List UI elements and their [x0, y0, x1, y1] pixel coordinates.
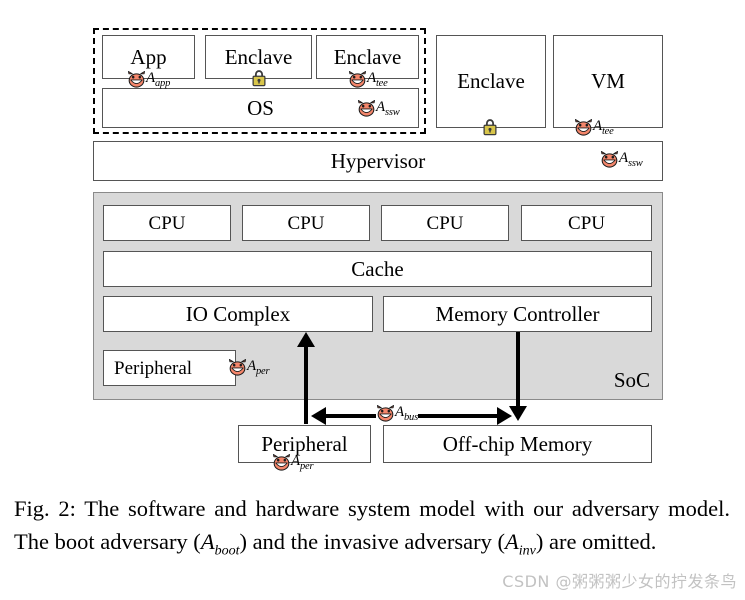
hypervisor-box-label: Hypervisor [330, 148, 426, 173]
memory-bus-vertical-line [516, 332, 520, 410]
memory-controller-box-label: Memory Controller [435, 301, 600, 326]
enclave-box-3[interactable]: Enclave [436, 35, 546, 128]
off-chip-peripheral-label: Peripheral [261, 431, 348, 456]
adversary-marker-app: Aapp [127, 70, 170, 89]
devil-icon [127, 71, 146, 88]
cpu-box-1[interactable]: CPU [103, 205, 231, 241]
adversary-label-per2: Aper [291, 453, 314, 472]
watermark-text: CSDN @粥粥粥少女的拧发条鸟 [502, 572, 737, 591]
figure-caption: Fig. 2: The software and hardware system… [14, 492, 730, 568]
adversary-marker-tee1: Atee [348, 70, 388, 89]
app-box-label: App [130, 44, 167, 69]
devil-icon [348, 71, 367, 88]
lock-icon [252, 70, 266, 87]
on-chip-peripheral-box[interactable]: Peripheral [103, 350, 236, 386]
caption-symbol-inv: Ainv [504, 529, 536, 559]
devil-icon [357, 100, 376, 117]
devil-icon [228, 359, 247, 376]
adversary-label-tee1: Atee [367, 70, 388, 89]
enclave-box-3-label: Enclave [457, 69, 525, 93]
io-complex-box-label: IO Complex [185, 301, 291, 326]
io-complex-box[interactable]: IO Complex [103, 296, 373, 332]
lock-icon [483, 119, 497, 136]
adversary-marker-ssw2: Assw [600, 150, 643, 169]
adversary-label-app: Aapp [146, 70, 171, 89]
enclave-box-2-label: Enclave [333, 44, 402, 69]
memory-controller-box[interactable]: Memory Controller [383, 296, 652, 332]
cpu-box-3-label: CPU [426, 212, 464, 234]
adversary-label-per1: Aper [247, 358, 270, 377]
hypervisor-box[interactable]: Hypervisor [93, 141, 663, 181]
caption-prefix: Fig. 2: [14, 496, 76, 521]
adversary-label-bus: Abus [395, 404, 418, 423]
cache-box-label: Cache [351, 256, 404, 281]
figure-2: App Enclave Enclave OS Enclave VM Hyperv… [0, 0, 745, 600]
devil-icon [600, 151, 619, 168]
enclave-box-1-label: Enclave [224, 44, 293, 69]
lock-icon-enclave-1 [251, 69, 267, 87]
adversary-marker-per1: Aper [228, 358, 270, 377]
io-bus-arrowhead-up [297, 332, 315, 347]
soc-label: SoC [613, 368, 650, 392]
adversary-marker-bus: Abus [376, 404, 418, 423]
adversary-marker-per2: Aper [272, 453, 314, 472]
caption-part2: ) and the invasive adversary ( [239, 529, 505, 554]
on-chip-peripheral-label: Peripheral [114, 357, 193, 379]
cpu-box-4[interactable]: CPU [521, 205, 652, 241]
off-chip-memory-box[interactable]: Off-chip Memory [383, 425, 652, 463]
adversary-label-ssw1: Assw [376, 99, 400, 118]
cpu-box-2[interactable]: CPU [242, 205, 370, 241]
vm-box[interactable]: VM [553, 35, 663, 128]
cpu-box-1-label: CPU [148, 212, 186, 234]
caption-part3: ) are omitted. [535, 529, 657, 554]
io-bus-vertical-line [304, 346, 308, 424]
cpu-box-2-label: CPU [287, 212, 325, 234]
bus-arrowhead-left [311, 407, 326, 425]
vm-box-label: VM [591, 69, 625, 93]
adversary-marker-ssw1: Assw [357, 99, 400, 118]
devil-icon [574, 119, 593, 136]
lock-icon-enclave-3 [482, 118, 498, 136]
bus-arrowhead-right [497, 407, 512, 425]
adversary-label-ssw2: Assw [619, 150, 643, 169]
devil-icon [272, 454, 291, 471]
adversary-marker-tee2: Atee [574, 118, 614, 137]
cpu-box-4-label: CPU [568, 212, 605, 234]
cache-box[interactable]: Cache [103, 251, 652, 287]
cpu-box-3[interactable]: CPU [381, 205, 509, 241]
off-chip-memory-label: Off-chip Memory [442, 431, 593, 456]
os-box-label: OS [247, 95, 274, 120]
caption-symbol-boot: Aboot [200, 529, 240, 559]
devil-icon [376, 405, 395, 422]
adversary-label-tee2: Atee [593, 118, 614, 137]
